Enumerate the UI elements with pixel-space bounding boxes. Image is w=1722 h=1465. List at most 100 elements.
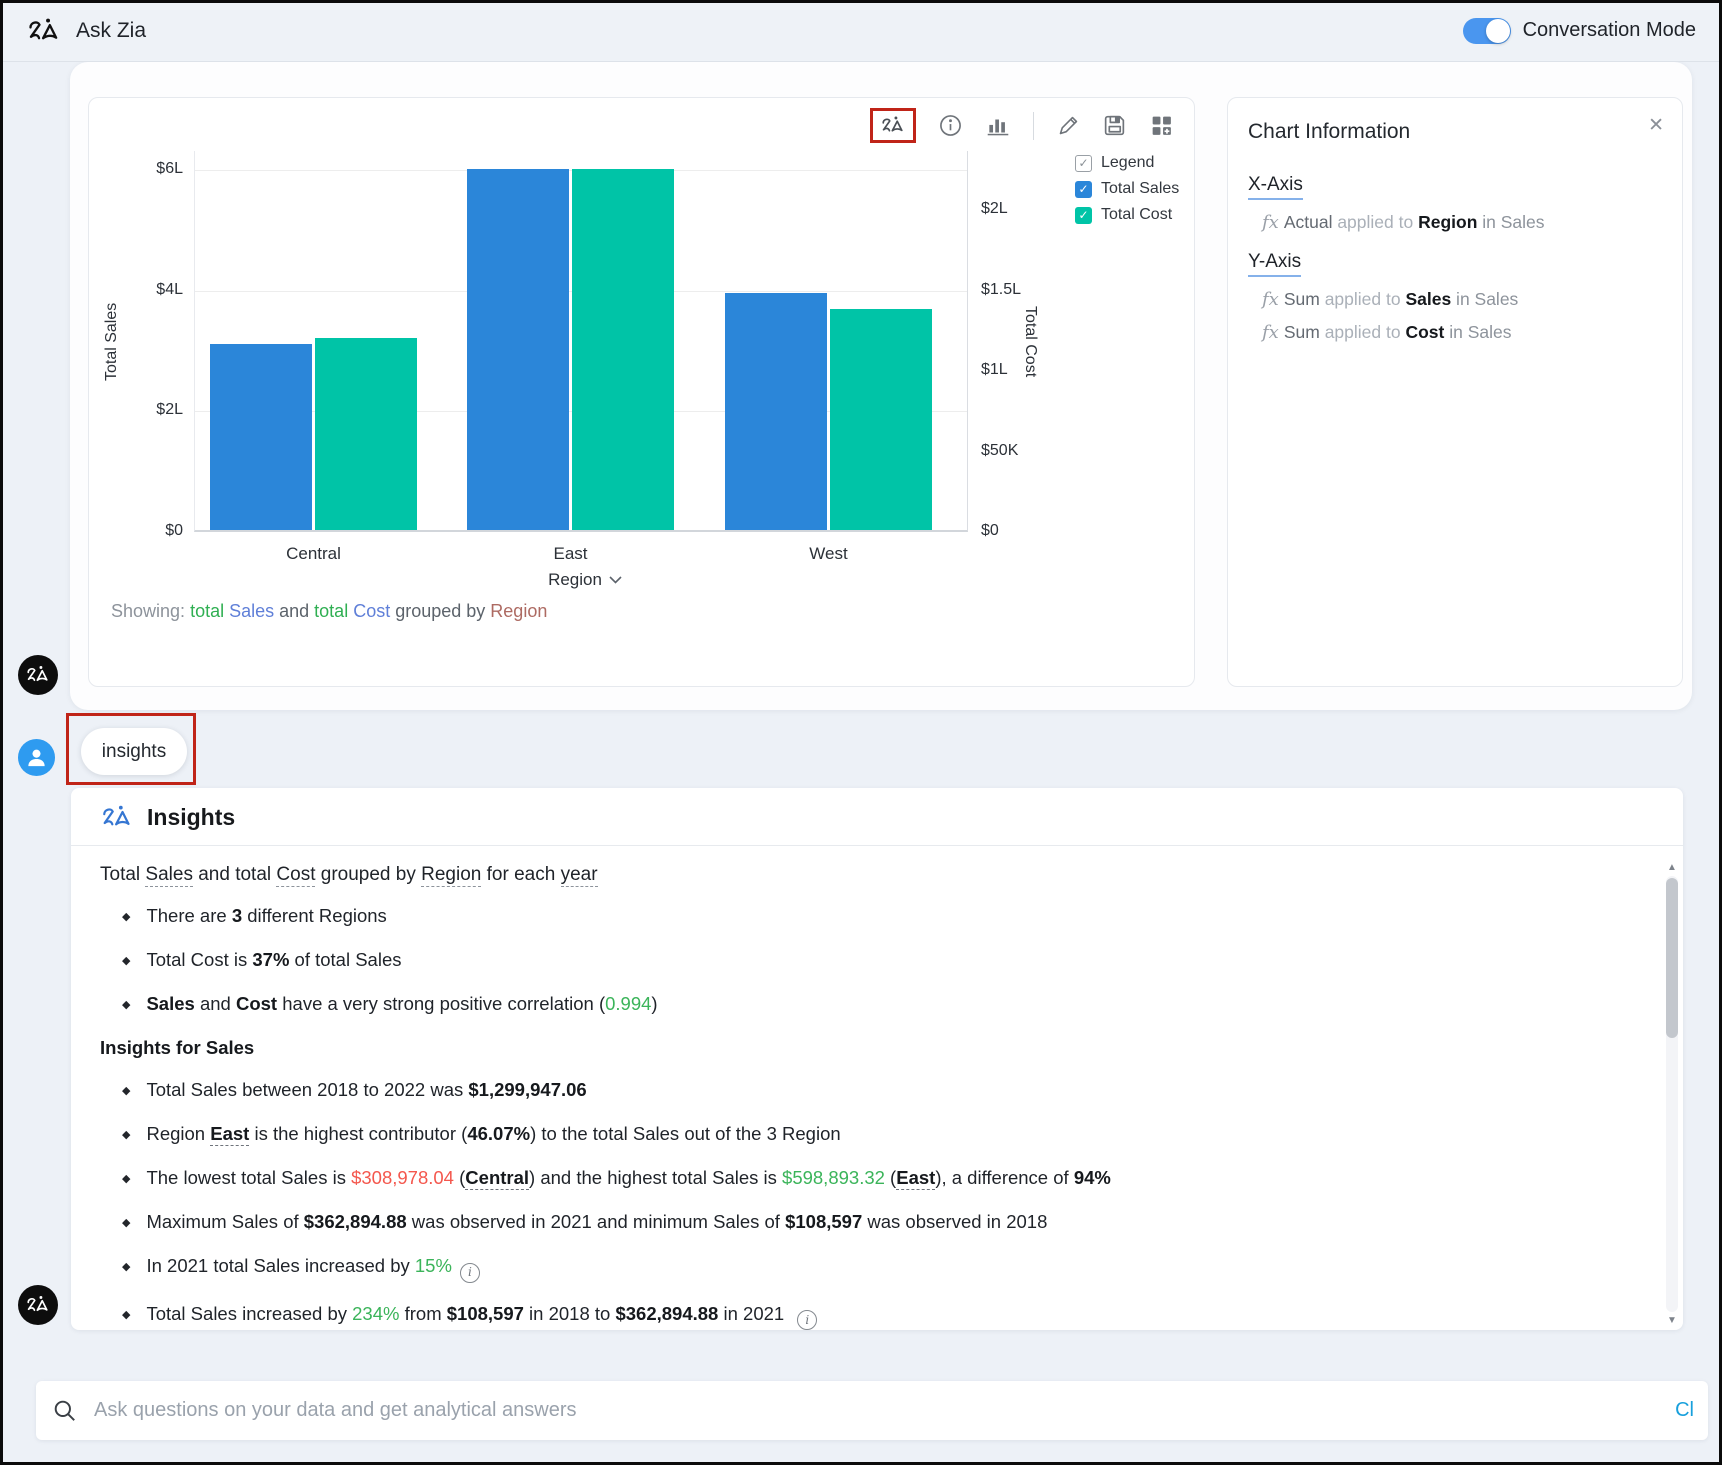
info-icon[interactable]: i: [460, 1263, 480, 1283]
y-axis-formula-sales: fxSum applied to Sales in Sales: [1262, 289, 1662, 310]
toolbar-divider: [1033, 112, 1034, 140]
left-axis-tick: $6L: [156, 160, 183, 178]
x-category-label: West: [749, 544, 909, 564]
x-axis-heading: X-Axis: [1248, 174, 1303, 200]
text-segment: applied to: [1325, 289, 1406, 309]
text-segment: applied to: [1337, 212, 1418, 232]
chart-plot-area: Region $0$2L$4L$6L$0$50K$1L$1.5L$2LCentr…: [194, 151, 968, 532]
bar-total-cost-west[interactable]: [830, 309, 932, 530]
page-title: Ask Zia: [76, 19, 146, 43]
add-to-dashboard-icon[interactable]: [1149, 113, 1174, 138]
annotation-red-box-insights: insights: [66, 713, 196, 785]
chevron-down-icon: [609, 576, 622, 584]
series-checkbox[interactable]: ✓: [1075, 181, 1092, 198]
conversation-mode-label: Conversation Mode: [1523, 19, 1696, 42]
insights-section-heading: Insights for Sales: [100, 1036, 1613, 1059]
scrollbar[interactable]: ▲ ▼: [1664, 862, 1680, 1326]
series-label: Total Sales: [1101, 180, 1179, 198]
text-segment: in 2021: [718, 1303, 789, 1324]
text-segment: in Sales: [1477, 212, 1544, 232]
text-segment: 46.07%: [467, 1123, 530, 1144]
bullet-diamond-icon: ◆: [122, 1217, 130, 1229]
text-segment: (: [454, 1167, 465, 1188]
legend-checkbox[interactable]: ✓: [1075, 155, 1092, 172]
insight-bullet: ◆In 2021 total Sales increased by 15%i: [100, 1254, 1613, 1283]
bullet-diamond-icon: ◆: [122, 999, 130, 1011]
text-segment: Region: [146, 1123, 210, 1144]
text-segment: Central: [465, 1167, 529, 1190]
text-segment: $362,894.88: [304, 1211, 407, 1232]
insight-bullet: ◆Region East is the highest contributor …: [100, 1122, 1613, 1147]
info-icon[interactable]: [938, 113, 963, 138]
scrollbar-thumb[interactable]: [1666, 878, 1678, 1038]
text-segment: Region: [421, 864, 481, 887]
text-segment: year: [561, 864, 598, 887]
bullet-diamond-icon: ◆: [122, 1173, 130, 1185]
zia-insights-icon[interactable]: [880, 115, 906, 136]
chart-toolbar: [870, 108, 1174, 143]
search-icon: [52, 1398, 78, 1424]
text-segment: Sales: [229, 601, 274, 621]
text-segment: Cost: [236, 993, 277, 1014]
text-segment: 234%: [352, 1303, 399, 1324]
save-icon[interactable]: [1102, 113, 1127, 138]
x-axis-title-dropdown[interactable]: Region: [505, 570, 665, 590]
scroll-down-icon[interactable]: ▼: [1664, 1315, 1680, 1326]
bar-total-sales-west[interactable]: [725, 293, 827, 530]
text-segment: Cost: [353, 601, 390, 621]
chart-type-icon[interactable]: [985, 113, 1011, 139]
text-segment: 0.994: [605, 993, 651, 1014]
text-segment: $1,299,947.06: [468, 1079, 586, 1100]
toggle-knob: [1486, 19, 1510, 43]
insight-bullet: ◆Total Sales increased by 234% from $108…: [100, 1302, 1613, 1331]
text-segment: in 2018 to: [524, 1303, 616, 1324]
text-segment: applied to: [1325, 322, 1406, 342]
close-icon[interactable]: ✕: [1648, 114, 1664, 137]
text-segment: total: [314, 601, 353, 621]
insight-bullet: ◆Maximum Sales of $362,894.88 was observ…: [100, 1210, 1613, 1235]
bullet-diamond-icon: ◆: [122, 1129, 130, 1141]
legend-item-total-cost[interactable]: ✓Total Cost: [1075, 206, 1179, 224]
text-segment: 37%: [252, 949, 289, 970]
zia-logo-icon: [100, 804, 134, 831]
info-icon[interactable]: i: [797, 1310, 817, 1330]
edit-pencil-icon[interactable]: [1056, 114, 1080, 138]
series-checkbox[interactable]: ✓: [1075, 207, 1092, 224]
text-segment: fx: [1262, 322, 1279, 343]
text-segment: East: [210, 1123, 249, 1146]
right-axis-tick: $2L: [981, 200, 1008, 218]
chart-information-title: Chart Information: [1248, 120, 1662, 144]
text-segment: $108,597: [447, 1303, 524, 1324]
bar-total-sales-central[interactable]: [210, 344, 312, 530]
text-segment: different Regions: [242, 905, 387, 926]
text-segment: was observed in 2018: [862, 1211, 1047, 1232]
text-segment: $308,978.04: [351, 1167, 454, 1188]
text-segment: $108,597: [785, 1211, 862, 1232]
bar-total-sales-east[interactable]: [467, 169, 569, 530]
text-segment: Total: [100, 864, 145, 885]
text-segment: total: [190, 601, 229, 621]
text-segment: and total: [193, 864, 276, 885]
scroll-up-icon[interactable]: ▲: [1664, 862, 1680, 873]
text-segment: Insights for Sales: [100, 1037, 254, 1058]
text-segment: of total Sales: [289, 949, 401, 970]
text-segment: ) to the total Sales out of the 3 Region: [530, 1123, 841, 1144]
text-segment: Showing:: [111, 601, 190, 621]
legend-item-total-sales[interactable]: ✓ Total Sales: [1075, 180, 1179, 198]
text-segment: and: [195, 993, 236, 1014]
y-axis-formula-cost: fxSum applied to Cost in Sales: [1262, 322, 1662, 343]
text-segment: for each: [481, 864, 560, 885]
user-message-bubble: insights: [81, 728, 187, 775]
insight-bullet: ◆The lowest total Sales is $308,978.04 (…: [100, 1166, 1613, 1191]
question-input[interactable]: [94, 1399, 1675, 1422]
legend-toggle[interactable]: ✓ Legend: [1075, 154, 1179, 172]
insight-bullet: ◆Total Sales between 2018 to 2022 was $1…: [100, 1078, 1613, 1103]
bullet-diamond-icon: ◆: [122, 955, 130, 967]
bullet-diamond-icon: ◆: [122, 911, 130, 923]
composer-action-link[interactable]: Cl: [1675, 1399, 1694, 1422]
chart-legend: ✓ Legend ✓ Total Sales ✓Total Cost: [1075, 154, 1179, 232]
conversation-mode-toggle[interactable]: [1463, 18, 1511, 44]
bar-total-cost-central[interactable]: [315, 338, 417, 530]
insights-panel: Insights Total Sales and total Cost grou…: [71, 788, 1683, 1330]
bar-total-cost-east[interactable]: [572, 169, 674, 530]
